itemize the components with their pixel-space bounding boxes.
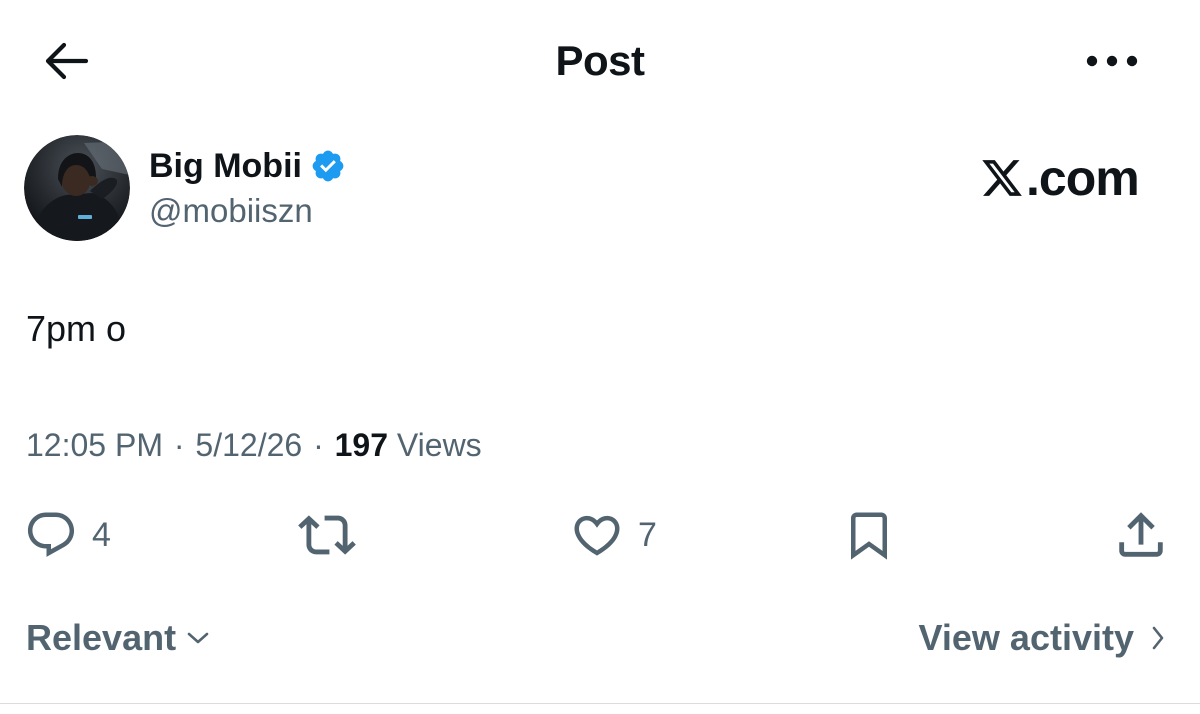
- page-title: Post: [555, 37, 645, 84]
- views-count[interactable]: 197: [335, 427, 388, 463]
- post-date[interactable]: 5/12/26: [195, 427, 302, 463]
- views-label: Views: [388, 427, 482, 463]
- chevron-right-icon: [1152, 626, 1164, 650]
- avatar[interactable]: [24, 135, 130, 241]
- view-activity-link[interactable]: View activity: [919, 615, 1166, 661]
- reply-icon: [27, 512, 75, 557]
- view-activity-label: View activity: [918, 617, 1134, 658]
- author-handle[interactable]: @mobiiszn: [149, 190, 313, 232]
- like-button[interactable]: 7: [570, 507, 657, 563]
- sort-replies-dropdown[interactable]: Relevant: [26, 615, 210, 661]
- meta-separator: ·: [173, 427, 185, 463]
- verified-badge-icon: [312, 150, 344, 182]
- bookmark-button[interactable]: [842, 507, 896, 563]
- bookmark-icon: [851, 512, 887, 560]
- share-icon: [1119, 512, 1163, 557]
- reply-button[interactable]: 4: [24, 507, 111, 563]
- post-text: 7pm o: [26, 308, 127, 349]
- meta-separator: ·: [313, 427, 324, 463]
- divider: [0, 703, 1200, 704]
- post-meta: 12:05 PM · 5/12/26 · 197 Views: [26, 423, 482, 467]
- author-name-row: Big Mobii: [149, 142, 346, 190]
- brand-logo-text: .com: [1026, 150, 1140, 206]
- more-horizontal-icon: [1086, 55, 1138, 67]
- repost-icon: [298, 515, 356, 555]
- heart-icon: [574, 515, 620, 556]
- reply-count: 4: [92, 516, 111, 554]
- sort-label: Relevant: [26, 617, 177, 658]
- share-button[interactable]: [1112, 507, 1170, 563]
- author-display-name[interactable]: Big Mobii: [149, 142, 302, 190]
- profile-photo: [24, 135, 130, 241]
- x-logo-icon: [982, 160, 1022, 196]
- like-count: 7: [638, 516, 657, 554]
- chevron-down-icon: [187, 632, 209, 644]
- more-options-button[interactable]: [1080, 38, 1144, 84]
- brand-logo: .com: [980, 148, 1140, 208]
- repost-button[interactable]: [298, 507, 356, 563]
- post-time[interactable]: 12:05 PM: [26, 427, 163, 463]
